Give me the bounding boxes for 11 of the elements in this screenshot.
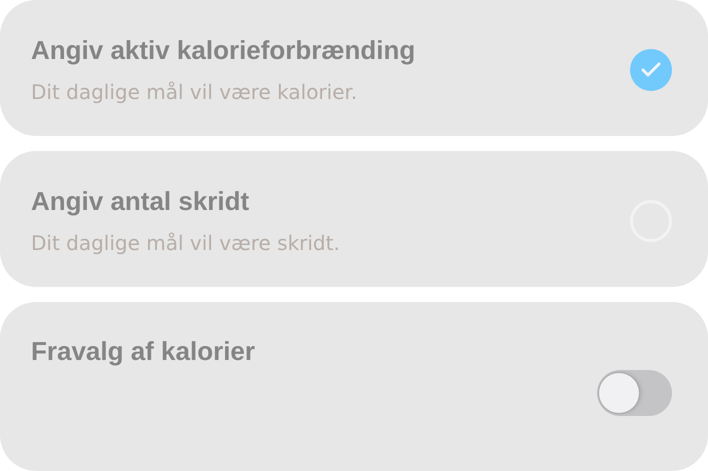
toggle-switch[interactable] — [597, 370, 672, 416]
option-title: Fravalg af kalorier — [31, 336, 255, 366]
option-subtitle: Dit daglige mål vil være kalorier. — [31, 80, 358, 104]
option-card[interactable]: Fravalg af kalorier — [0, 302, 708, 471]
option-title: Angiv antal skridt — [31, 186, 250, 218]
option-subtitle: Dit daglige mål vil være skridt. — [31, 231, 340, 256]
option-card[interactable]: Angiv antal skridt Dit daglige mål vil være skridt. — [0, 150, 708, 286]
radio-button[interactable] — [630, 48, 672, 91]
option-title: Angiv aktiv kalorieforbrænding — [31, 35, 416, 66]
option-card[interactable]: Angiv aktiv kalorieforbrænding Dit daglige mål vil være kalorier. — [0, 0, 708, 136]
checkmark-icon — [641, 62, 661, 78]
